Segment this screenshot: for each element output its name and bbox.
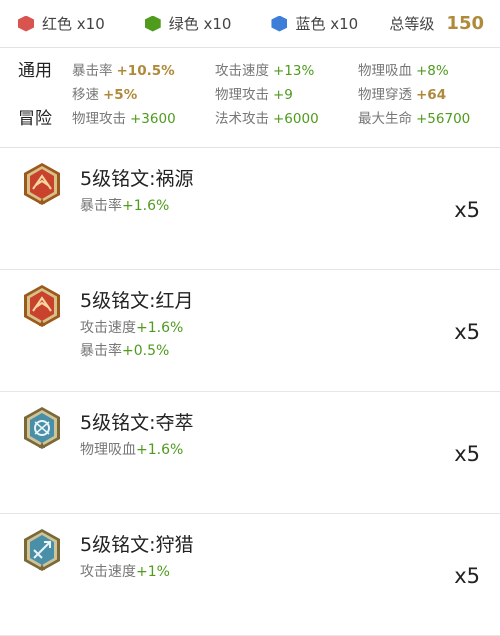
stat-value: +9 xyxy=(273,87,293,103)
inscription-attr: 攻击速度+1.6% xyxy=(80,317,183,340)
stat-adv-magic-attack: 法术攻击 +6000 xyxy=(215,107,319,127)
inscription-attrs: 攻击速度+1% xyxy=(80,561,170,584)
inscription-name: 5级铭文:夺萃 xyxy=(80,412,194,434)
green-count: 绿色 x10 xyxy=(144,13,232,34)
stat-name: 物理攻击 xyxy=(215,87,269,103)
inscription-name: 5级铭文:红月 xyxy=(80,290,194,312)
attr-value: +1.6% xyxy=(136,442,184,458)
total-level-label: 总等级 xyxy=(389,15,435,33)
stat-value: +13% xyxy=(273,63,315,79)
attr-label: 暴击率 xyxy=(80,198,122,214)
inscription-attrs: 攻击速度+1.6% 暴击率+0.5% xyxy=(80,317,183,363)
attr-label: 攻击速度 xyxy=(80,564,136,580)
stat-name: 物理穿透 xyxy=(358,87,412,103)
attr-value: +1.6% xyxy=(136,320,184,336)
inscription-attr: 攻击速度+1% xyxy=(80,561,170,584)
stat-value: +64 xyxy=(416,87,447,103)
stat-value: +6000 xyxy=(273,111,319,127)
inscription-attr: 暴击率+1.6% xyxy=(80,195,169,218)
stat-name: 暴击率 xyxy=(72,63,113,79)
green-hex-icon xyxy=(144,15,161,32)
stat-name: 移速 xyxy=(72,87,99,103)
stat-name: 法术攻击 xyxy=(215,111,269,127)
stat-name: 最大生命 xyxy=(358,111,412,127)
inscription-count: x5 xyxy=(454,442,480,466)
green-count-label: 绿色 x10 xyxy=(168,15,232,33)
inscription-count: x5 xyxy=(454,564,480,588)
stat-row-3: 冒险 物理攻击 +3600 法术攻击 +6000 最大生命 +56700 xyxy=(18,104,500,129)
inscription-attrs: 物理吸血+1.6% xyxy=(80,439,183,462)
inscription-card-huoyuan[interactable]: 5级铭文:祸源 暴击率+1.6% x5 xyxy=(0,148,500,270)
general-category-label: 通用 xyxy=(18,61,52,81)
stat-attack-speed: 攻击速度 +13% xyxy=(215,59,314,79)
blue-count-label: 蓝色 x10 xyxy=(295,15,359,33)
red-inscription-icon xyxy=(24,163,60,205)
inscription-attr: 暴击率+0.5% xyxy=(80,340,183,363)
inscription-attrs: 暴击率+1.6% xyxy=(80,195,169,218)
red-inscription-icon xyxy=(24,285,60,327)
stat-name: 物理攻击 xyxy=(72,111,126,127)
stat-adv-physical-attack: 物理攻击 +3600 xyxy=(72,107,176,127)
inscription-attr: 物理吸血+1.6% xyxy=(80,439,183,462)
inscription-name: 5级铭文:祸源 xyxy=(80,168,194,190)
red-count: 红色 x10 xyxy=(18,13,105,34)
stat-value: +56700 xyxy=(416,111,471,127)
adventure-category-label: 冒险 xyxy=(18,109,52,129)
total-level: 总等级 150 xyxy=(389,13,484,34)
stat-adv-max-hp: 最大生命 +56700 xyxy=(358,107,470,127)
inscription-name: 5级铭文:狩猎 xyxy=(80,534,194,556)
blue-inscription-icon xyxy=(24,407,60,449)
stat-move-speed: 移速 +5% xyxy=(72,83,137,103)
stat-value: +10.5% xyxy=(116,63,175,79)
attr-value: +0.5% xyxy=(122,343,170,359)
stats-panel: 通用 暴击率 +10.5% 攻击速度 +13% 物理吸血 +8% 移速 +5% 物理攻击… xyxy=(0,48,500,148)
stat-lifesteal: 物理吸血 +8% xyxy=(358,59,449,79)
stat-crit-rate: 暴击率 +10.5% xyxy=(72,59,175,79)
inscription-count: x5 xyxy=(454,320,480,344)
stat-physical-attack: 物理攻击 +9 xyxy=(215,83,293,103)
attr-label: 暴击率 xyxy=(80,343,122,359)
inscription-card-shoulie[interactable]: 5级铭文:狩猎 攻击速度+1% x5 xyxy=(0,514,500,636)
stat-name: 攻击速度 xyxy=(215,63,269,79)
attr-label: 攻击速度 xyxy=(80,320,136,336)
attr-value: +1% xyxy=(136,564,170,580)
stat-value: +5% xyxy=(103,87,138,103)
stat-physical-pen: 物理穿透 +64 xyxy=(358,83,446,103)
stat-row-1: 通用 暴击率 +10.5% 攻击速度 +13% 物理吸血 +8% xyxy=(18,56,500,81)
total-level-value: 150 xyxy=(446,13,484,34)
red-count-label: 红色 x10 xyxy=(42,15,105,33)
blue-inscription-icon xyxy=(24,529,60,571)
inscription-card-hongyue[interactable]: 5级铭文:红月 攻击速度+1.6% 暴击率+0.5% x5 xyxy=(0,270,500,392)
stat-row-2: 移速 +5% 物理攻击 +9 物理穿透 +64 xyxy=(18,80,500,104)
stat-value: +3600 xyxy=(130,111,176,127)
inscription-card-duocui[interactable]: 5级铭文:夺萃 物理吸血+1.6% x5 xyxy=(0,392,500,514)
blue-count: 蓝色 x10 xyxy=(271,13,358,34)
blue-hex-icon xyxy=(271,15,288,32)
attr-label: 物理吸血 xyxy=(80,442,136,458)
attr-value: +1.6% xyxy=(122,198,170,214)
inscription-count: x5 xyxy=(454,198,480,222)
summary-bar: 红色 x10 绿色 x10 蓝色 x10 总等级 150 xyxy=(0,0,500,48)
red-hex-icon xyxy=(18,15,34,32)
stat-value: +8% xyxy=(416,63,449,79)
stat-name: 物理吸血 xyxy=(358,63,412,79)
